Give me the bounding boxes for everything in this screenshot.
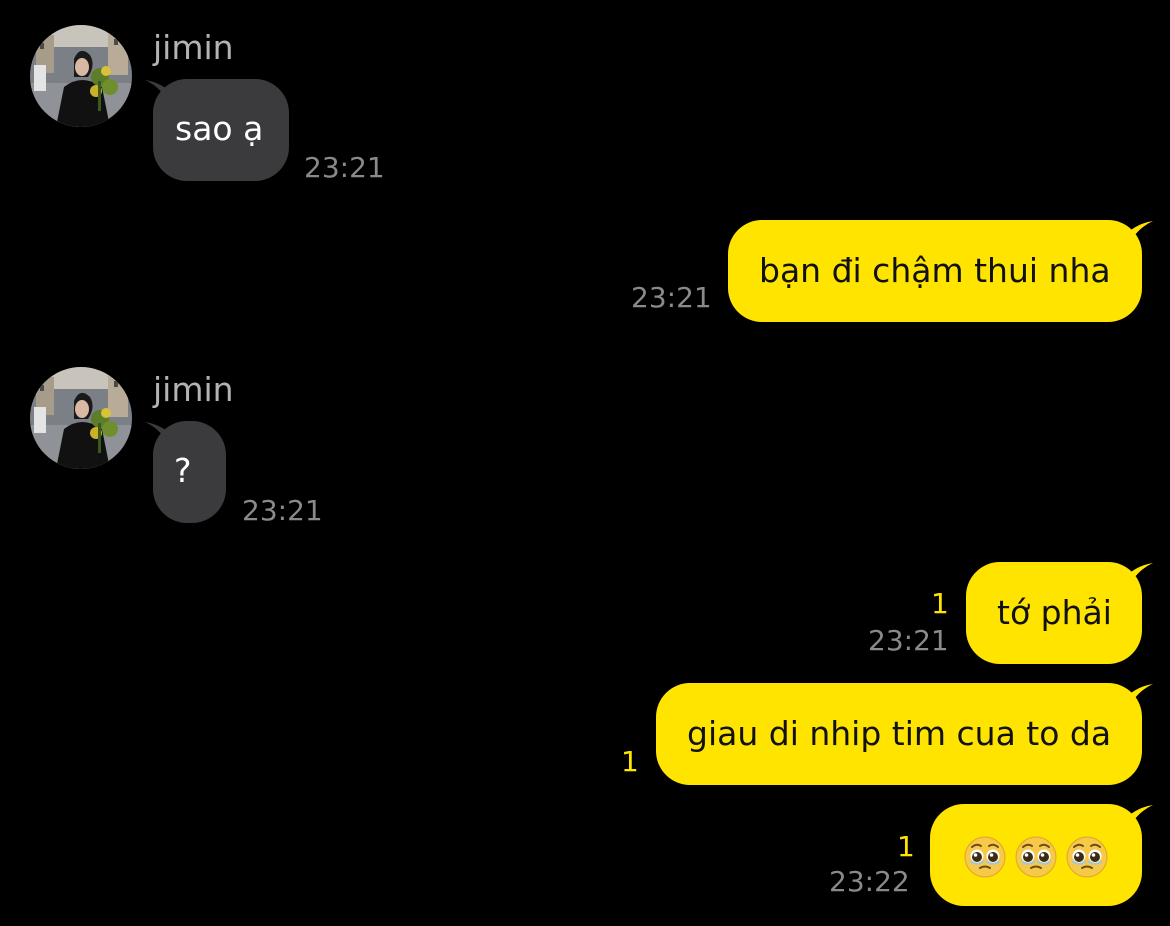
message-bubble[interactable]: bạn đi chậm thui nha (728, 220, 1142, 322)
pleading-face-icon (1066, 836, 1108, 878)
unread-count: 1 (897, 830, 915, 863)
message-text: ? (174, 451, 192, 490)
message-text: giau di nhip tim cua to da (687, 714, 1112, 753)
message-timestamp: 23:21 (242, 494, 323, 527)
message-bubble[interactable]: tớ phải (966, 562, 1142, 664)
message-bubble[interactable]: giau di nhip tim cua to da (656, 683, 1142, 785)
avatar[interactable] (30, 25, 132, 127)
message-text: sao ạ (175, 109, 264, 148)
message-bubble[interactable] (930, 804, 1142, 906)
message-timestamp: 23:21 (631, 281, 712, 314)
sender-name: jimin (153, 370, 234, 409)
pleading-face-icon (1015, 836, 1057, 878)
message-bubble[interactable]: sao ạ (153, 79, 289, 181)
message-bubble[interactable]: ? (153, 421, 226, 523)
message-text: bạn đi chậm thui nha (759, 251, 1111, 290)
unread-count: 1 (621, 745, 639, 778)
message-timestamp: 23:21 (868, 624, 949, 657)
message-text: tớ phải (997, 593, 1112, 632)
pleading-face-icon (964, 836, 1006, 878)
message-timestamp: 23:22 (829, 865, 910, 898)
sender-name: jimin (153, 28, 234, 67)
unread-count: 1 (931, 587, 949, 620)
avatar[interactable] (30, 367, 132, 469)
message-timestamp: 23:21 (304, 151, 385, 184)
